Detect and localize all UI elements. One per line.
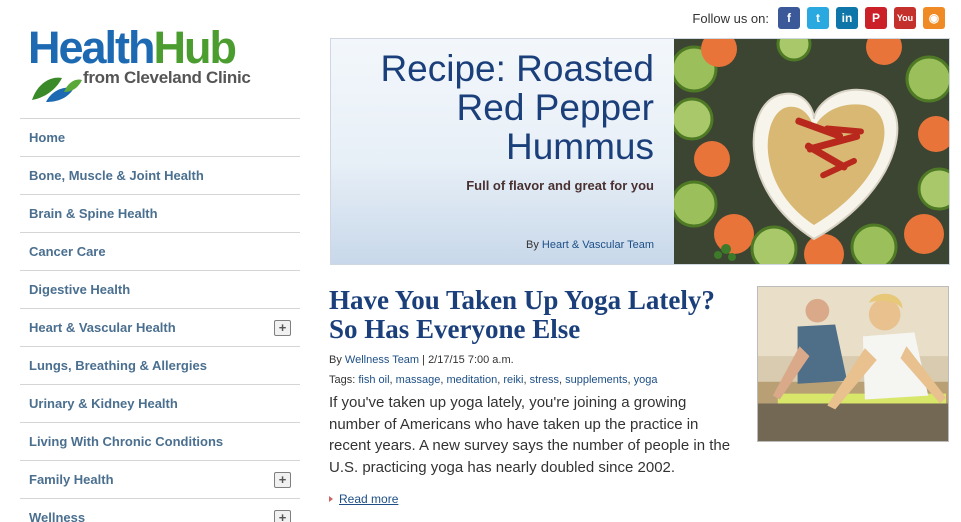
tag-link[interactable]: meditation xyxy=(446,374,497,386)
sidebar-nav: Home Bone, Muscle & Joint Health Brain & S… xyxy=(20,118,300,522)
sidebar-item-living-with-chronic-conditions[interactable]: Living With Chronic Conditions xyxy=(20,422,300,460)
sidebar-item-label: Wellness xyxy=(29,510,86,522)
arrow-right-icon xyxy=(329,496,333,502)
sidebar-item-urinary-kidney-health[interactable]: Urinary & Kidney Health xyxy=(20,384,300,422)
expand-plus-icon[interactable]: + xyxy=(274,319,291,336)
hero-title[interactable]: Recipe: Roasted Red Pepper Hummus xyxy=(334,49,654,166)
sidebar-item-home[interactable]: Home xyxy=(20,118,300,156)
sidebar-item-digestive-health[interactable]: Digestive Health xyxy=(20,270,300,308)
rss-icon[interactable]: ◉ xyxy=(923,7,945,29)
featured-hero[interactable]: Recipe: Roasted Red Pepper Hummus Full o… xyxy=(330,38,950,265)
logo-word-health: Health xyxy=(28,22,156,73)
tag-link[interactable]: reiki xyxy=(503,374,523,386)
article-author-link[interactable]: Wellness Team xyxy=(345,354,419,366)
article-date: | 2/17/15 7:00 a.m. xyxy=(419,354,514,366)
sidebar-item-label: Brain & Spine Health xyxy=(29,206,158,221)
twitter-icon[interactable]: t xyxy=(807,7,829,29)
tags-label: Tags: xyxy=(329,374,359,386)
linkedin-icon[interactable]: in xyxy=(836,7,858,29)
article-byline: By Wellness Team | 2/17/15 7:00 a.m. xyxy=(329,354,749,366)
hero-byline: By Heart & Vascular Team xyxy=(526,239,654,251)
hero-author-link[interactable]: Heart & Vascular Team xyxy=(542,239,654,251)
article-by-prefix: By xyxy=(329,354,345,366)
hero-subtitle: Full of flavor and great for you xyxy=(466,178,654,193)
sidebar-item-lungs-breathing-allergies[interactable]: Lungs, Breathing & Allergies xyxy=(20,346,300,384)
leaves-icon xyxy=(32,77,82,102)
social-icons: f t in P You ◉ xyxy=(778,7,945,29)
article-tags: Tags: fish oil, massage, meditation, rei… xyxy=(329,374,749,386)
hummus-image[interactable] xyxy=(674,39,950,264)
pinterest-icon[interactable]: P xyxy=(865,7,887,29)
sidebar-item-label: Bone, Muscle & Joint Health xyxy=(29,168,204,183)
logo-wordmark: HealthHub xyxy=(28,22,237,73)
sidebar-item-family-health[interactable]: Family Health + xyxy=(20,460,300,498)
facebook-icon[interactable]: f xyxy=(778,7,800,29)
article-excerpt: If you've taken up yoga lately, you're j… xyxy=(329,394,731,476)
expand-plus-icon[interactable]: + xyxy=(274,509,291,522)
tag-link[interactable]: massage xyxy=(396,374,441,386)
follow-label: Follow us on: xyxy=(692,10,769,26)
article-card: Have You Taken Up Yoga Lately? So Has Ev… xyxy=(329,286,749,506)
sidebar-item-bone-muscle-joint-health[interactable]: Bone, Muscle & Joint Health xyxy=(20,156,300,194)
sidebar-item-cancer-care[interactable]: Cancer Care xyxy=(20,232,300,270)
tag-link[interactable]: supplements xyxy=(565,374,627,386)
tag-link[interactable]: fish oil xyxy=(358,374,389,386)
expand-plus-icon[interactable]: + xyxy=(274,471,291,488)
youtube-icon[interactable]: You xyxy=(894,7,916,29)
read-more: Read more xyxy=(329,492,749,506)
sidebar-item-label: Digestive Health xyxy=(29,282,131,297)
site-logo[interactable]: HealthHub from Cleveland Clinic xyxy=(28,24,268,104)
tag-link[interactable]: stress xyxy=(530,374,559,386)
article-title[interactable]: Have You Taken Up Yoga Lately? So Has Ev… xyxy=(329,286,749,344)
hero-text-panel: Recipe: Roasted Red Pepper Hummus Full o… xyxy=(331,39,674,264)
sidebar-item-label: Lungs, Breathing & Allergies xyxy=(29,358,207,373)
sidebar-item-label: Cancer Care xyxy=(29,244,106,259)
logo-subtitle: from Cleveland Clinic xyxy=(83,68,251,87)
tag-link[interactable]: yoga xyxy=(634,374,658,386)
sidebar-item-label: Living With Chronic Conditions xyxy=(29,434,224,449)
sidebar-item-label: Home xyxy=(29,130,66,145)
sidebar-item-wellness[interactable]: Wellness + xyxy=(20,498,300,522)
hero-by-prefix: By xyxy=(526,239,542,251)
social-follow-bar: Follow us on: f t in P You ◉ xyxy=(692,7,945,29)
logo-word-hub: Hub xyxy=(153,22,237,73)
sidebar-item-heart-vascular-health[interactable]: Heart & Vascular Health + xyxy=(20,308,300,346)
sidebar-item-label: Heart & Vascular Health xyxy=(29,320,176,335)
sidebar-item-label: Urinary & Kidney Health xyxy=(29,396,178,411)
sidebar-item-brain-spine-health[interactable]: Brain & Spine Health xyxy=(20,194,300,232)
sidebar-item-label: Family Health xyxy=(29,472,114,487)
yoga-class-image[interactable] xyxy=(757,286,949,442)
read-more-link[interactable]: Read more xyxy=(339,492,398,506)
